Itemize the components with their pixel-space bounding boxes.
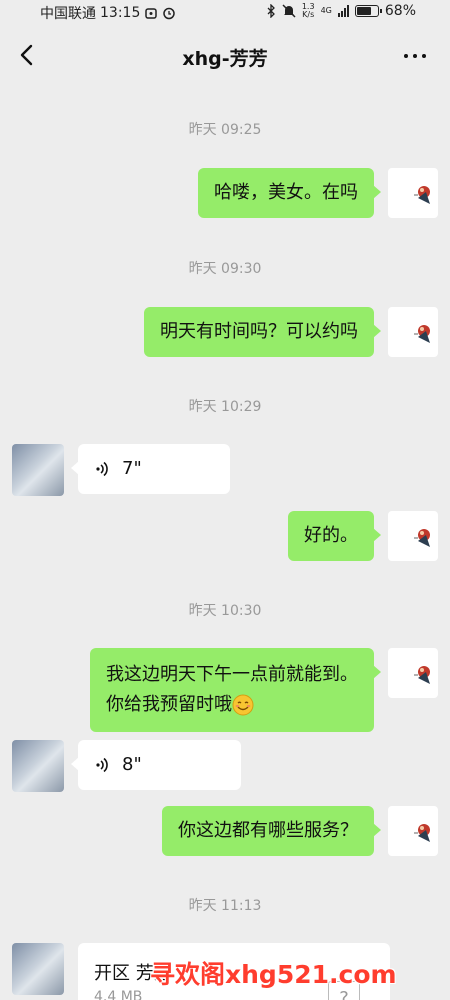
message-timestamp: 昨天 09:30: [188, 261, 262, 277]
voice-duration: 7": [122, 458, 142, 479]
contact-avatar[interactable]: [12, 740, 64, 792]
my-avatar[interactable]: [388, 307, 438, 357]
more-dot: [404, 54, 408, 58]
chat-title: xhg-芳芳: [182, 48, 268, 70]
more-dot: [422, 54, 426, 58]
voice-duration: 8": [122, 754, 142, 775]
my-avatar[interactable]: [388, 168, 438, 218]
message-timestamp: 昨天 10:30: [188, 603, 262, 619]
watermark-text: 寻欢阁xhg521.com: [150, 960, 397, 989]
cartoon-avatar-icon: [414, 325, 430, 343]
status-bar-right: 1.3 K/s 4G 68%: [266, 3, 416, 19]
contact-avatar[interactable]: [12, 444, 64, 496]
my-avatar[interactable]: [388, 511, 438, 561]
outgoing-message[interactable]: 明天有时间吗？可以约吗: [144, 307, 381, 357]
network-type: 4G: [320, 6, 332, 15]
my-avatar[interactable]: [388, 806, 438, 856]
cartoon-avatar-icon: [414, 529, 430, 547]
battery-icon: [354, 5, 382, 17]
outgoing-message[interactable]: 好的。: [288, 511, 381, 561]
status-bar-left: 中国联通 13:15: [40, 3, 176, 23]
more-dot: [413, 54, 417, 58]
message-timestamp: 昨天 09:25: [188, 122, 262, 138]
status-bar: 中国联通 13:15 1.3 K/s 4G 68%: [0, 0, 450, 24]
message-line: 我这边明天下午一点前就能到。: [106, 664, 358, 685]
more-options-button[interactable]: [404, 48, 432, 64]
carrier-name: 中国联通: [40, 6, 96, 22]
battery-level: [356, 7, 371, 15]
cartoon-avatar-icon: [414, 666, 430, 684]
network-speed: 1.3 K/s: [302, 3, 315, 19]
outgoing-message[interactable]: 我这边明天下午一点前就能到。 你给我预留时哦: [90, 648, 381, 732]
voice-wave-icon: [96, 757, 108, 773]
message-timestamp: 昨天 10:29: [188, 399, 262, 415]
my-avatar[interactable]: [388, 648, 438, 698]
cartoon-avatar-icon: [414, 186, 430, 204]
mute-icon: [282, 4, 296, 18]
smiling-face-emoji-icon: [232, 694, 254, 716]
voice-wave-icon: [96, 461, 108, 477]
incoming-voice-message[interactable]: 7": [71, 444, 230, 494]
outgoing-message[interactable]: 你这边都有哪些服务？: [162, 806, 381, 856]
message-timestamp: 昨天 11:13: [188, 898, 262, 914]
incoming-voice-message[interactable]: 8": [71, 740, 241, 790]
alarm-icon: [163, 7, 176, 20]
notification-icon: [145, 8, 158, 19]
battery-percent: 68%: [384, 3, 416, 19]
signal-icon: [337, 5, 349, 17]
network-speed-unit: K/s: [302, 10, 315, 19]
message-line-text: 你给我预留时哦: [106, 694, 232, 715]
message-line: 你给我预留时哦: [106, 690, 358, 720]
cartoon-avatar-icon: [414, 824, 430, 842]
outgoing-message[interactable]: 哈喽，美女。在吗: [198, 168, 381, 218]
chat-header: xhg-芳芳: [0, 24, 450, 90]
bluetooth-icon: [267, 4, 275, 18]
clock: 13:15: [100, 5, 141, 21]
contact-avatar[interactable]: [12, 943, 64, 995]
